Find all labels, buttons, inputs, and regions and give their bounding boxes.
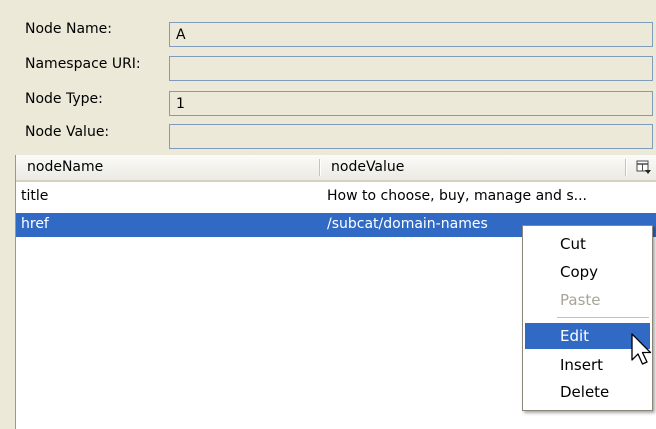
column-separator[interactable] xyxy=(319,159,321,176)
mouse-pointer-icon xyxy=(631,333,652,365)
column-header-nodename[interactable]: nodeName xyxy=(27,159,103,175)
node-type-row: Node Type: 1 xyxy=(0,87,656,116)
column-chooser-icon[interactable] xyxy=(633,157,653,177)
node-name-field[interactable]: A xyxy=(169,22,653,47)
menu-separator xyxy=(557,317,649,318)
cell-nodename: href xyxy=(21,216,49,232)
context-menu: Cut Copy Paste Edit Insert Delete xyxy=(522,225,653,411)
namespace-uri-label: Namespace URI: xyxy=(25,56,141,72)
node-name-label: Node Name: xyxy=(25,21,113,37)
menu-item-cut[interactable]: Cut xyxy=(525,231,650,257)
node-type-field[interactable]: 1 xyxy=(169,91,653,116)
menu-item-delete[interactable]: Delete xyxy=(525,379,650,405)
node-value-field[interactable] xyxy=(169,124,653,149)
namespace-uri-field[interactable] xyxy=(169,56,653,81)
cell-nodename: title xyxy=(21,188,49,204)
menu-item-copy[interactable]: Copy xyxy=(525,259,650,285)
cell-nodevalue: How to choose, buy, manage and s... xyxy=(327,188,588,204)
column-separator[interactable] xyxy=(625,159,627,176)
cell-nodevalue: /subcat/domain-names xyxy=(327,216,488,232)
table-header: nodeName nodeValue xyxy=(16,155,656,182)
namespace-uri-row: Namespace URI: xyxy=(0,52,656,81)
node-type-label: Node Type: xyxy=(25,91,103,107)
node-name-row: Node Name: A xyxy=(0,17,656,47)
node-value-label: Node Value: xyxy=(25,124,110,140)
node-value-row: Node Value: xyxy=(0,120,656,149)
column-header-nodevalue[interactable]: nodeValue xyxy=(331,159,404,175)
table-row[interactable]: title How to choose, buy, manage and s..… xyxy=(16,185,656,209)
menu-item-paste: Paste xyxy=(560,291,601,309)
